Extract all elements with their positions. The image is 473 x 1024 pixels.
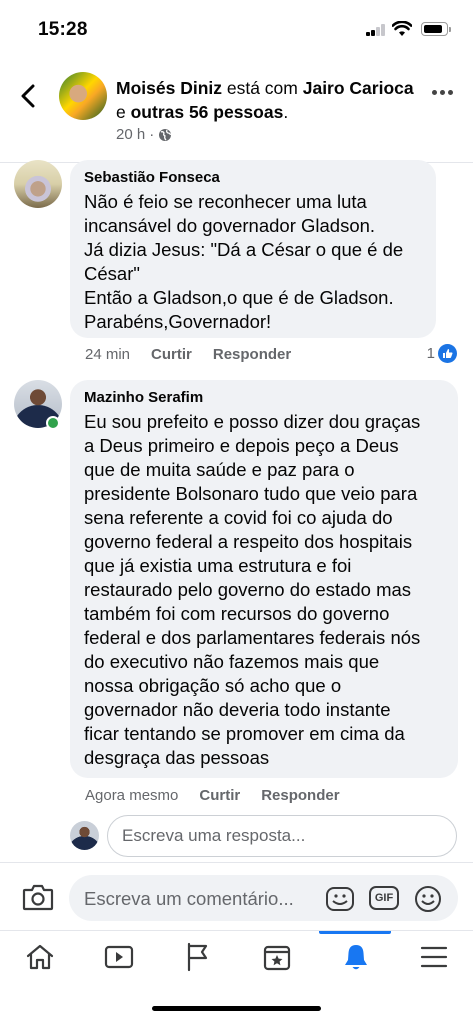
nav-video[interactable]: [79, 931, 158, 983]
comment-time: 24 min: [85, 346, 131, 363]
globe-icon: [159, 128, 172, 141]
status-bar: 15:28: [0, 0, 473, 56]
cellular-signal-icon: [366, 24, 386, 36]
battery-icon: [421, 22, 451, 36]
comment-bubble[interactable]: Sebastião Fonseca Não é feio se reconhec…: [70, 160, 436, 338]
connector-text-2: e: [116, 102, 131, 122]
nav-home[interactable]: [0, 931, 79, 983]
nav-notifications[interactable]: [316, 931, 395, 983]
comment-actions: 24 min Curtir Responder: [85, 346, 291, 363]
reply-row: Escreva uma resposta...: [0, 814, 473, 858]
gif-label: GIF: [374, 892, 394, 904]
nav-menu[interactable]: [394, 931, 473, 983]
sticker-icon[interactable]: [325, 886, 355, 912]
home-icon: [26, 944, 53, 970]
tagged-person[interactable]: Jairo Carioca: [303, 78, 414, 98]
video-icon: [104, 945, 133, 969]
comment-composer: Escreva um comentário... GIF: [0, 862, 473, 930]
home-indicator: [152, 1006, 321, 1011]
post-author-name[interactable]: Moisés Diniz: [116, 78, 222, 98]
like-reaction-icon: [438, 344, 457, 363]
status-time: 15:28: [38, 19, 88, 40]
comment-text: Não é feio se reconhecer uma luta incans…: [84, 191, 404, 332]
post-meta: 20 h ·: [116, 126, 172, 143]
reaction-count: 1: [426, 345, 435, 362]
connector-text: está com: [222, 78, 303, 98]
reaction-summary[interactable]: 1: [427, 344, 457, 363]
post-time[interactable]: 20 h: [116, 126, 145, 143]
comment-author[interactable]: Sebastião Fonseca: [84, 168, 422, 188]
emoji-icon[interactable]: [414, 885, 442, 913]
comment-placeholder: Escreva um comentário...: [84, 888, 294, 909]
post-header: Moisés Diniz está com Jairo Carioca e ou…: [0, 60, 473, 160]
reply-button[interactable]: Responder: [261, 787, 339, 804]
notifications-bell-icon: [344, 945, 367, 970]
post-author-line: Moisés Diniz está com Jairo Carioca e ou…: [116, 76, 416, 124]
tagged-others[interactable]: outras 56 pessoas: [131, 102, 284, 122]
comment-text: Eu sou prefeito e posso dizer dou graças…: [84, 411, 421, 768]
comment-bubble[interactable]: Mazinho Serafim Eu sou prefeito e posso …: [70, 380, 458, 778]
comment-time: Agora mesmo: [85, 787, 179, 804]
pages-flag-icon: [187, 942, 207, 972]
reply-input[interactable]: Escreva uma resposta...: [107, 815, 457, 857]
camera-icon[interactable]: [22, 883, 54, 911]
meta-separator: ·: [149, 126, 155, 143]
comment-author[interactable]: Mazinho Serafim: [84, 388, 444, 408]
commenter-avatar[interactable]: [14, 160, 62, 208]
period: .: [283, 102, 289, 122]
online-status-dot: [46, 416, 60, 430]
wifi-icon: [392, 21, 412, 36]
comment-actions: Agora mesmo Curtir Responder: [85, 787, 340, 804]
comment-input[interactable]: Escreva um comentário... GIF: [69, 875, 458, 921]
more-options-button[interactable]: [432, 90, 456, 100]
reply-button[interactable]: Responder: [213, 346, 291, 363]
marketplace-icon: [263, 945, 290, 971]
nav-pages[interactable]: [158, 931, 237, 983]
nav-marketplace[interactable]: [237, 931, 316, 983]
menu-icon: [420, 946, 447, 968]
author-avatar[interactable]: [59, 72, 107, 120]
gif-button[interactable]: GIF: [369, 886, 399, 910]
back-button[interactable]: [14, 82, 42, 110]
reply-placeholder: Escreva uma resposta...: [122, 826, 306, 845]
chevron-left-icon: [21, 84, 35, 108]
like-button[interactable]: Curtir: [199, 787, 240, 804]
like-button[interactable]: Curtir: [151, 346, 192, 363]
current-user-avatar: [70, 821, 99, 850]
